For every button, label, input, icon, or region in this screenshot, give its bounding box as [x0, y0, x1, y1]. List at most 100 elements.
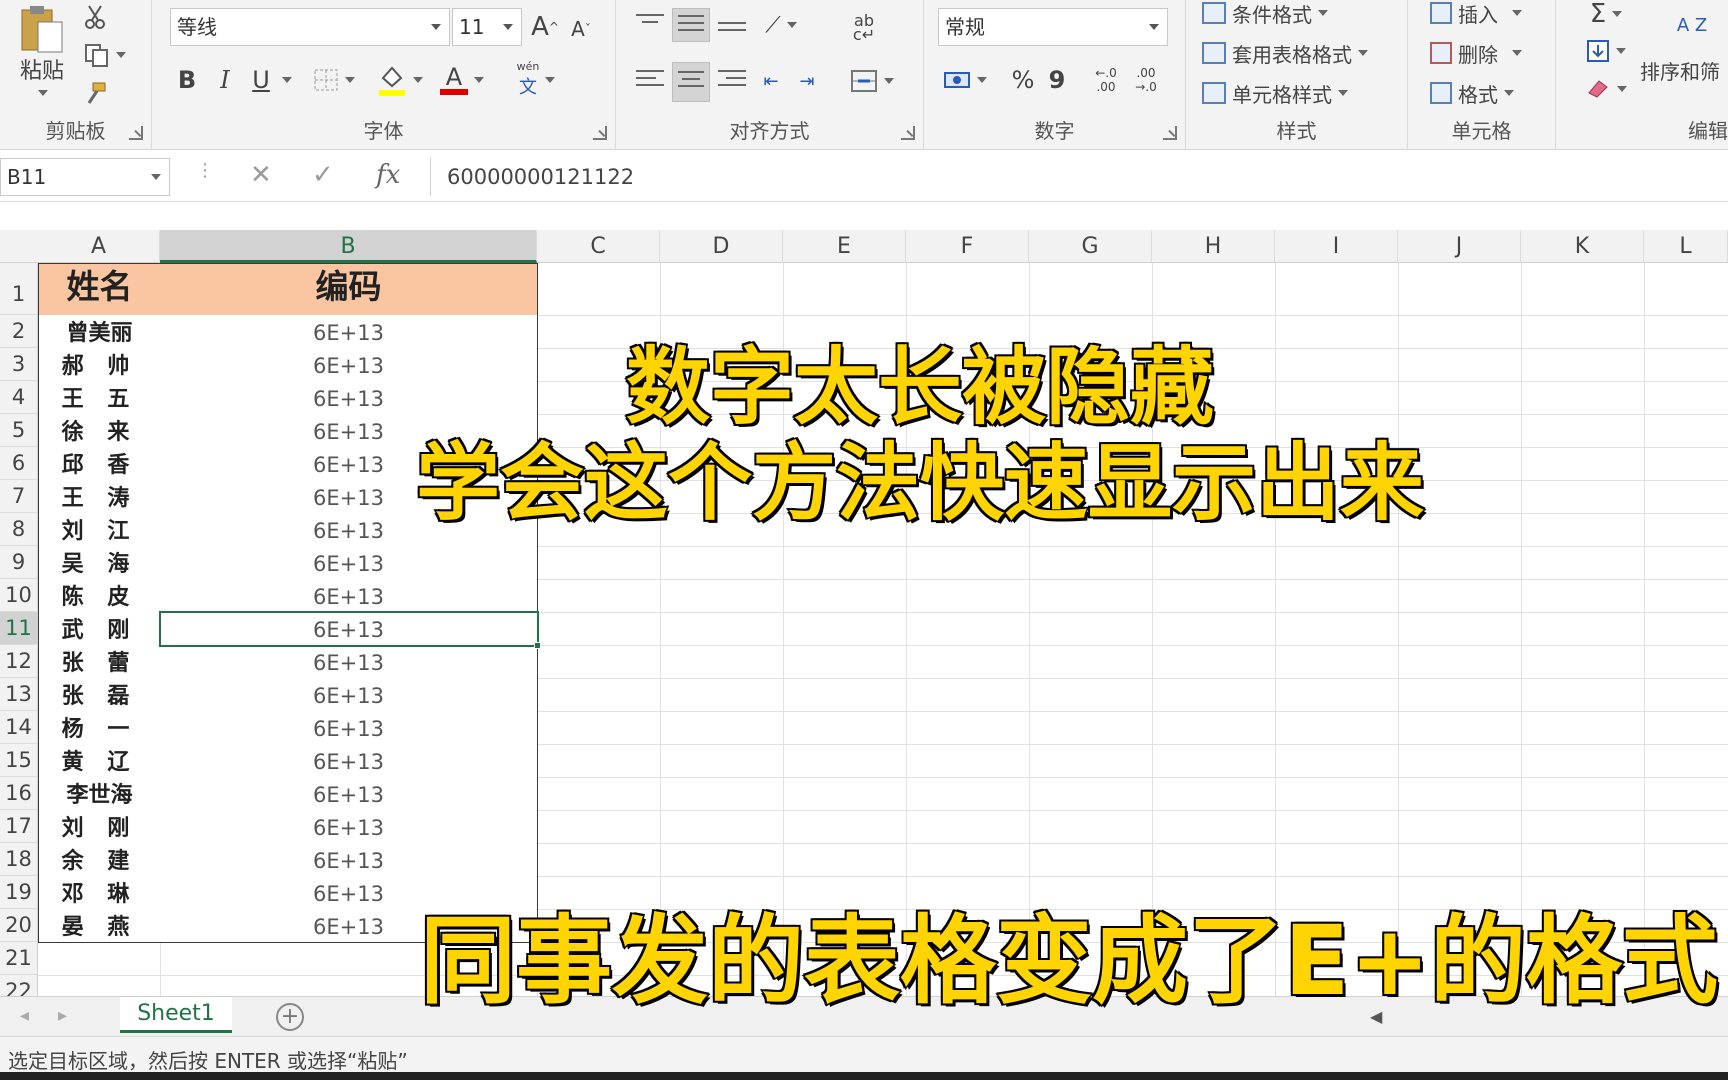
column-header-g[interactable]: G	[1029, 230, 1152, 263]
paste-button[interactable]: 粘贴	[14, 54, 70, 84]
number-launcher-icon[interactable]	[1163, 126, 1177, 140]
number-format-select[interactable]: 常规	[938, 8, 1168, 46]
row-header-19[interactable]: 19	[0, 876, 38, 909]
clipboard-launcher-icon[interactable]	[129, 126, 143, 140]
font-size-select[interactable]: 11	[452, 8, 522, 46]
code-cell[interactable]: 6E+13	[160, 744, 538, 778]
fill-handle[interactable]	[534, 642, 541, 649]
code-cell[interactable]: 6E+13	[160, 579, 538, 613]
column-header-d[interactable]: D	[660, 230, 783, 263]
name-cell[interactable]: 王 五	[38, 381, 161, 415]
name-cell[interactable]: 李世海	[38, 777, 161, 811]
name-cell[interactable]: 邓 琳	[38, 876, 161, 910]
align-center-icon[interactable]	[672, 62, 710, 102]
cancel-icon[interactable]: ✕	[250, 160, 272, 190]
name-cell[interactable]: 郝 帅	[38, 348, 161, 382]
row-header-1[interactable]: 1	[0, 263, 38, 315]
column-header-a[interactable]: A	[38, 230, 160, 263]
code-cell[interactable]: 6E+13	[160, 843, 538, 877]
row-header-16[interactable]: 16	[0, 777, 38, 810]
align-middle-icon[interactable]	[672, 8, 710, 42]
enter-icon[interactable]: ✓	[312, 160, 334, 190]
column-header-h[interactable]: H	[1152, 230, 1275, 263]
underline-button[interactable]: U	[246, 62, 276, 98]
formula-bar-grip-icon[interactable]: ⋮	[196, 160, 214, 181]
align-bottom-icon[interactable]	[718, 22, 746, 44]
column-header-l[interactable]: L	[1644, 230, 1728, 263]
format-cells-button[interactable]: 格式	[1430, 78, 1514, 108]
name-cell[interactable]: 吴 海	[38, 546, 161, 580]
font-name-select[interactable]: 等线	[170, 8, 450, 46]
fill-button[interactable]	[1576, 36, 1636, 66]
prev-sheet-icon[interactable]: ◂	[20, 1005, 29, 1026]
next-sheet-icon[interactable]: ▸	[58, 1005, 67, 1026]
code-cell[interactable]: 6E+13	[160, 777, 538, 811]
paste-icon[interactable]	[12, 2, 72, 58]
row-header-4[interactable]: 4	[0, 381, 38, 414]
code-cell[interactable]: 6E+13	[160, 711, 538, 745]
align-top-icon[interactable]	[636, 14, 664, 36]
align-left-icon[interactable]	[636, 70, 664, 92]
formula-input[interactable]: 60000000121122	[430, 158, 1728, 196]
format-painter-icon[interactable]	[80, 78, 110, 108]
align-right-icon[interactable]	[718, 70, 746, 92]
row-header-9[interactable]: 9	[0, 546, 38, 579]
shrink-font-button[interactable]: Aˇ	[564, 12, 598, 46]
row-header-6[interactable]: 6	[0, 447, 38, 480]
cell-styles-button[interactable]: 单元格样式	[1202, 78, 1348, 108]
column-header-c[interactable]: C	[537, 230, 660, 263]
row-header-13[interactable]: 13	[0, 678, 38, 711]
name-cell[interactable]: 陈 皮	[38, 579, 161, 613]
column-header-j[interactable]: J	[1398, 230, 1521, 263]
name-cell[interactable]: 刘 刚	[38, 810, 161, 844]
sort-filter-button[interactable]: 排序和筛	[1640, 56, 1720, 84]
bold-button[interactable]: B	[172, 62, 202, 98]
column-header-b[interactable]: B	[160, 230, 537, 263]
row-header-21[interactable]: 21	[0, 942, 38, 975]
comma-button[interactable]: 9	[1044, 62, 1070, 98]
row-header-20[interactable]: 20	[0, 909, 38, 942]
underline-dropdown-icon[interactable]	[276, 70, 292, 90]
name-box[interactable]: B11	[0, 158, 170, 196]
column-header-k[interactable]: K	[1521, 230, 1644, 263]
insert-function-icon[interactable]: fx	[376, 160, 400, 190]
increase-indent-icon[interactable]: ⇥	[790, 64, 824, 98]
row-header-8[interactable]: 8	[0, 513, 38, 546]
font-launcher-icon[interactable]	[593, 126, 607, 140]
header-cell-name[interactable]: 姓名	[38, 263, 161, 316]
decrease-indent-icon[interactable]: ⇤	[754, 64, 788, 98]
delete-cells-button[interactable]: 删除	[1430, 38, 1522, 68]
row-header-17[interactable]: 17	[0, 810, 38, 843]
row-header-14[interactable]: 14	[0, 711, 38, 744]
name-cell[interactable]: 邱 香	[38, 447, 161, 481]
alignment-launcher-icon[interactable]	[901, 126, 915, 140]
conditional-formatting-button[interactable]: 条件格式	[1202, 0, 1328, 27]
row-header-5[interactable]: 5	[0, 414, 38, 447]
name-cell[interactable]: 徐 来	[38, 414, 161, 448]
accounting-format-button[interactable]	[940, 62, 990, 98]
add-sheet-icon[interactable]: +	[276, 1003, 304, 1031]
increase-decimal-button[interactable]: ←.0 .00	[1088, 62, 1124, 98]
header-cell-code[interactable]: 编码	[160, 263, 538, 316]
name-cell[interactable]: 黄 辽	[38, 744, 161, 778]
column-header-e[interactable]: E	[783, 230, 906, 263]
row-header-11[interactable]: 11	[0, 612, 38, 645]
column-header-f[interactable]: F	[906, 230, 1029, 263]
name-cell[interactable]: 张 蕾	[38, 645, 161, 679]
name-cell[interactable]: 王 涛	[38, 480, 161, 514]
copy-icon[interactable]	[80, 40, 130, 70]
sort-filter-icon[interactable]: A Z	[1662, 0, 1722, 52]
name-cell[interactable]: 武 刚	[38, 612, 161, 646]
fill-color-button[interactable]	[370, 60, 430, 100]
code-cell[interactable]: 6E+13	[160, 810, 538, 844]
name-cell[interactable]: 晏 燕	[38, 909, 161, 943]
code-cell[interactable]: 6E+13	[160, 678, 538, 712]
italic-button[interactable]: I	[210, 62, 240, 98]
column-header-i[interactable]: I	[1275, 230, 1398, 263]
sheet-tab-sheet1[interactable]: Sheet1	[120, 997, 232, 1033]
code-cell[interactable]: 6E+13	[160, 546, 538, 580]
row-header-3[interactable]: 3	[0, 348, 38, 381]
name-cell[interactable]: 杨 一	[38, 711, 161, 745]
percent-button[interactable]: %	[1008, 62, 1038, 98]
clear-button[interactable]	[1576, 74, 1636, 104]
